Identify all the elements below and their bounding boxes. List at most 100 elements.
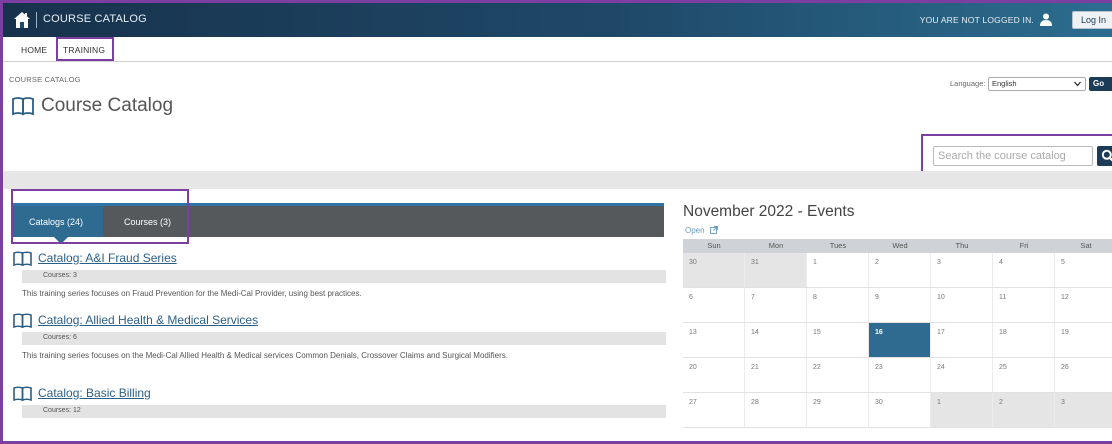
calendar-day[interactable]: 7 (745, 288, 807, 322)
course-count-label: Courses: (43, 407, 72, 414)
course-count-value: 3 (72, 272, 77, 279)
calendar-day[interactable]: 25 (993, 358, 1055, 392)
calendar-day[interactable]: 21 (745, 358, 807, 392)
calendar-day[interactable]: 20 (683, 358, 745, 392)
breadcrumb: COURSE CATALOG (9, 75, 81, 84)
list-item: Catalog: Basic Billing Courses: 12 (13, 383, 666, 418)
calendar-day[interactable]: 15 (807, 323, 869, 357)
header-divider (36, 12, 37, 28)
course-count-value: 12 (72, 407, 81, 414)
open-link-label: Open (685, 226, 705, 235)
list-item: Catalog: A&I Fraud Series Courses: 3 Thi… (13, 248, 666, 310)
section-divider-band (3, 171, 1112, 189)
catalog-description: This training series focuses on the Medi… (22, 351, 508, 360)
book-icon (13, 313, 32, 329)
catalog-list: Catalog: A&I Fraud Series Courses: 3 Thi… (13, 248, 666, 418)
tabs-highlight-frame (11, 189, 189, 244)
book-icon (12, 97, 34, 116)
catalog-link[interactable]: Catalog: A&I Fraud Series (38, 251, 177, 265)
calendar-day[interactable]: 10 (931, 288, 993, 322)
calendar-day[interactable]: 6 (683, 288, 745, 322)
catalog-link[interactable]: Catalog: Allied Health & Medical Service… (38, 313, 258, 327)
calendar-grid: 30 31 1 2 3 4 5 6 7 8 9 10 11 12 13 14 15 16 17 18 19 20 21 22 2… (683, 253, 1112, 428)
calendar-weekday: Sat (1080, 241, 1092, 250)
calendar-day[interactable]: 1 (931, 393, 993, 427)
top-header-bar: COURSE CATALOG YOU ARE NOT LOGGED IN. Lo… (3, 3, 1112, 37)
calendar-day[interactable]: 28 (745, 393, 807, 427)
book-icon (13, 386, 32, 402)
calendar-week-row: 6 7 8 9 10 11 12 (683, 288, 1112, 323)
calendar-week-row: 20 21 22 23 24 25 26 (683, 358, 1112, 393)
header-title: COURSE CATALOG (43, 13, 147, 25)
calendar-weekday: Thu (955, 241, 969, 250)
calendar-week-row: 27 28 29 30 1 2 3 (683, 393, 1112, 428)
book-icon (13, 251, 32, 267)
course-count-label: Courses: (43, 272, 72, 279)
catalog-link[interactable]: Catalog: Basic Billing (38, 386, 151, 400)
calendar-day[interactable]: 1 (807, 253, 869, 287)
home-icon[interactable] (13, 11, 31, 29)
calendar-day[interactable]: 24 (931, 358, 993, 392)
catalog-title-row: Catalog: Allied Health & Medical Service… (13, 310, 666, 332)
external-link-icon (709, 226, 718, 234)
calendar-weekday: Mon (768, 241, 784, 250)
search-button[interactable] (1097, 146, 1112, 166)
nav-item-home[interactable]: HOME (21, 45, 47, 55)
calendar-week-row: 30 31 1 2 3 4 5 (683, 253, 1112, 288)
calendar-day[interactable]: 31 (745, 253, 807, 287)
nav-bar: HOME TRAINING (3, 37, 1112, 62)
calendar-day[interactable]: 19 (1055, 323, 1112, 357)
calendar-day[interactable]: 16 (869, 323, 931, 357)
events-open-link[interactable]: Open (685, 226, 718, 235)
calendar-day[interactable]: 4 (993, 253, 1055, 287)
calendar-day[interactable]: 27 (683, 393, 745, 427)
catalog-title-row: Catalog: Basic Billing (13, 383, 666, 405)
language-selected-value: English (992, 79, 1017, 88)
calendar-day[interactable]: 8 (807, 288, 869, 322)
calendar-week-row: 13 14 15 16 17 18 19 (683, 323, 1112, 358)
course-count-label: Courses: (43, 334, 72, 341)
catalog-course-count: Courses: 12 (22, 405, 666, 418)
catalog-course-count: Courses: 6 (22, 332, 666, 345)
events-title: November 2022 - Events (683, 203, 855, 220)
calendar-day[interactable]: 30 (683, 253, 745, 287)
calendar-day[interactable]: 30 (869, 393, 931, 427)
calendar-day[interactable]: 18 (993, 323, 1055, 357)
calendar-day[interactable]: 14 (745, 323, 807, 357)
calendar-day[interactable]: 29 (807, 393, 869, 427)
calendar-weekday-header: Sun Mon Tues Wed Thu Fri Sat (683, 239, 1112, 253)
page-title: Course Catalog (41, 95, 174, 116)
calendar-day[interactable]: 23 (869, 358, 931, 392)
catalog-description: This training series focuses on Fraud Pr… (22, 289, 362, 298)
catalog-course-count: Courses: 3 (22, 270, 666, 283)
calendar-weekday: Tues (829, 241, 847, 250)
calendar-day[interactable]: 9 (869, 288, 931, 322)
login-status-text: YOU ARE NOT LOGGED IN. (919, 15, 1034, 25)
search-icon (1101, 149, 1112, 162)
search-input[interactable]: Search the course catalog (933, 146, 1093, 166)
nav-item-training[interactable]: TRAINING (56, 37, 114, 61)
language-select[interactable]: English (988, 77, 1086, 91)
course-count-value: 6 (72, 334, 77, 341)
calendar-day[interactable]: 5 (1055, 253, 1112, 287)
user-icon (1040, 13, 1052, 26)
calendar-weekday: Sun (707, 241, 721, 250)
nav-item-training-label: TRAINING (63, 45, 106, 55)
calendar-day[interactable]: 11 (993, 288, 1055, 322)
calendar-day[interactable]: 2 (869, 253, 931, 287)
calendar-day[interactable]: 3 (931, 253, 993, 287)
calendar-day[interactable]: 22 (807, 358, 869, 392)
login-button[interactable]: Log In (1072, 11, 1112, 29)
language-go-button[interactable]: Go (1089, 77, 1112, 91)
calendar-day[interactable]: 13 (683, 323, 745, 357)
calendar-weekday: Wed (892, 241, 908, 250)
calendar-day[interactable]: 17 (931, 323, 993, 357)
calendar-day[interactable]: 26 (1055, 358, 1112, 392)
calendar-day[interactable]: 12 (1055, 288, 1112, 322)
calendar-weekday: Fri (1019, 241, 1029, 250)
language-label: Language: (950, 79, 986, 88)
calendar-day[interactable]: 2 (993, 393, 1055, 427)
calendar-day[interactable]: 3 (1055, 393, 1112, 427)
events-calendar: Sun Mon Tues Wed Thu Fri Sat 30 31 1 2 3 4 5 6 7 8 9 10 11… (683, 239, 1112, 428)
catalog-title-row: Catalog: A&I Fraud Series (13, 248, 666, 270)
